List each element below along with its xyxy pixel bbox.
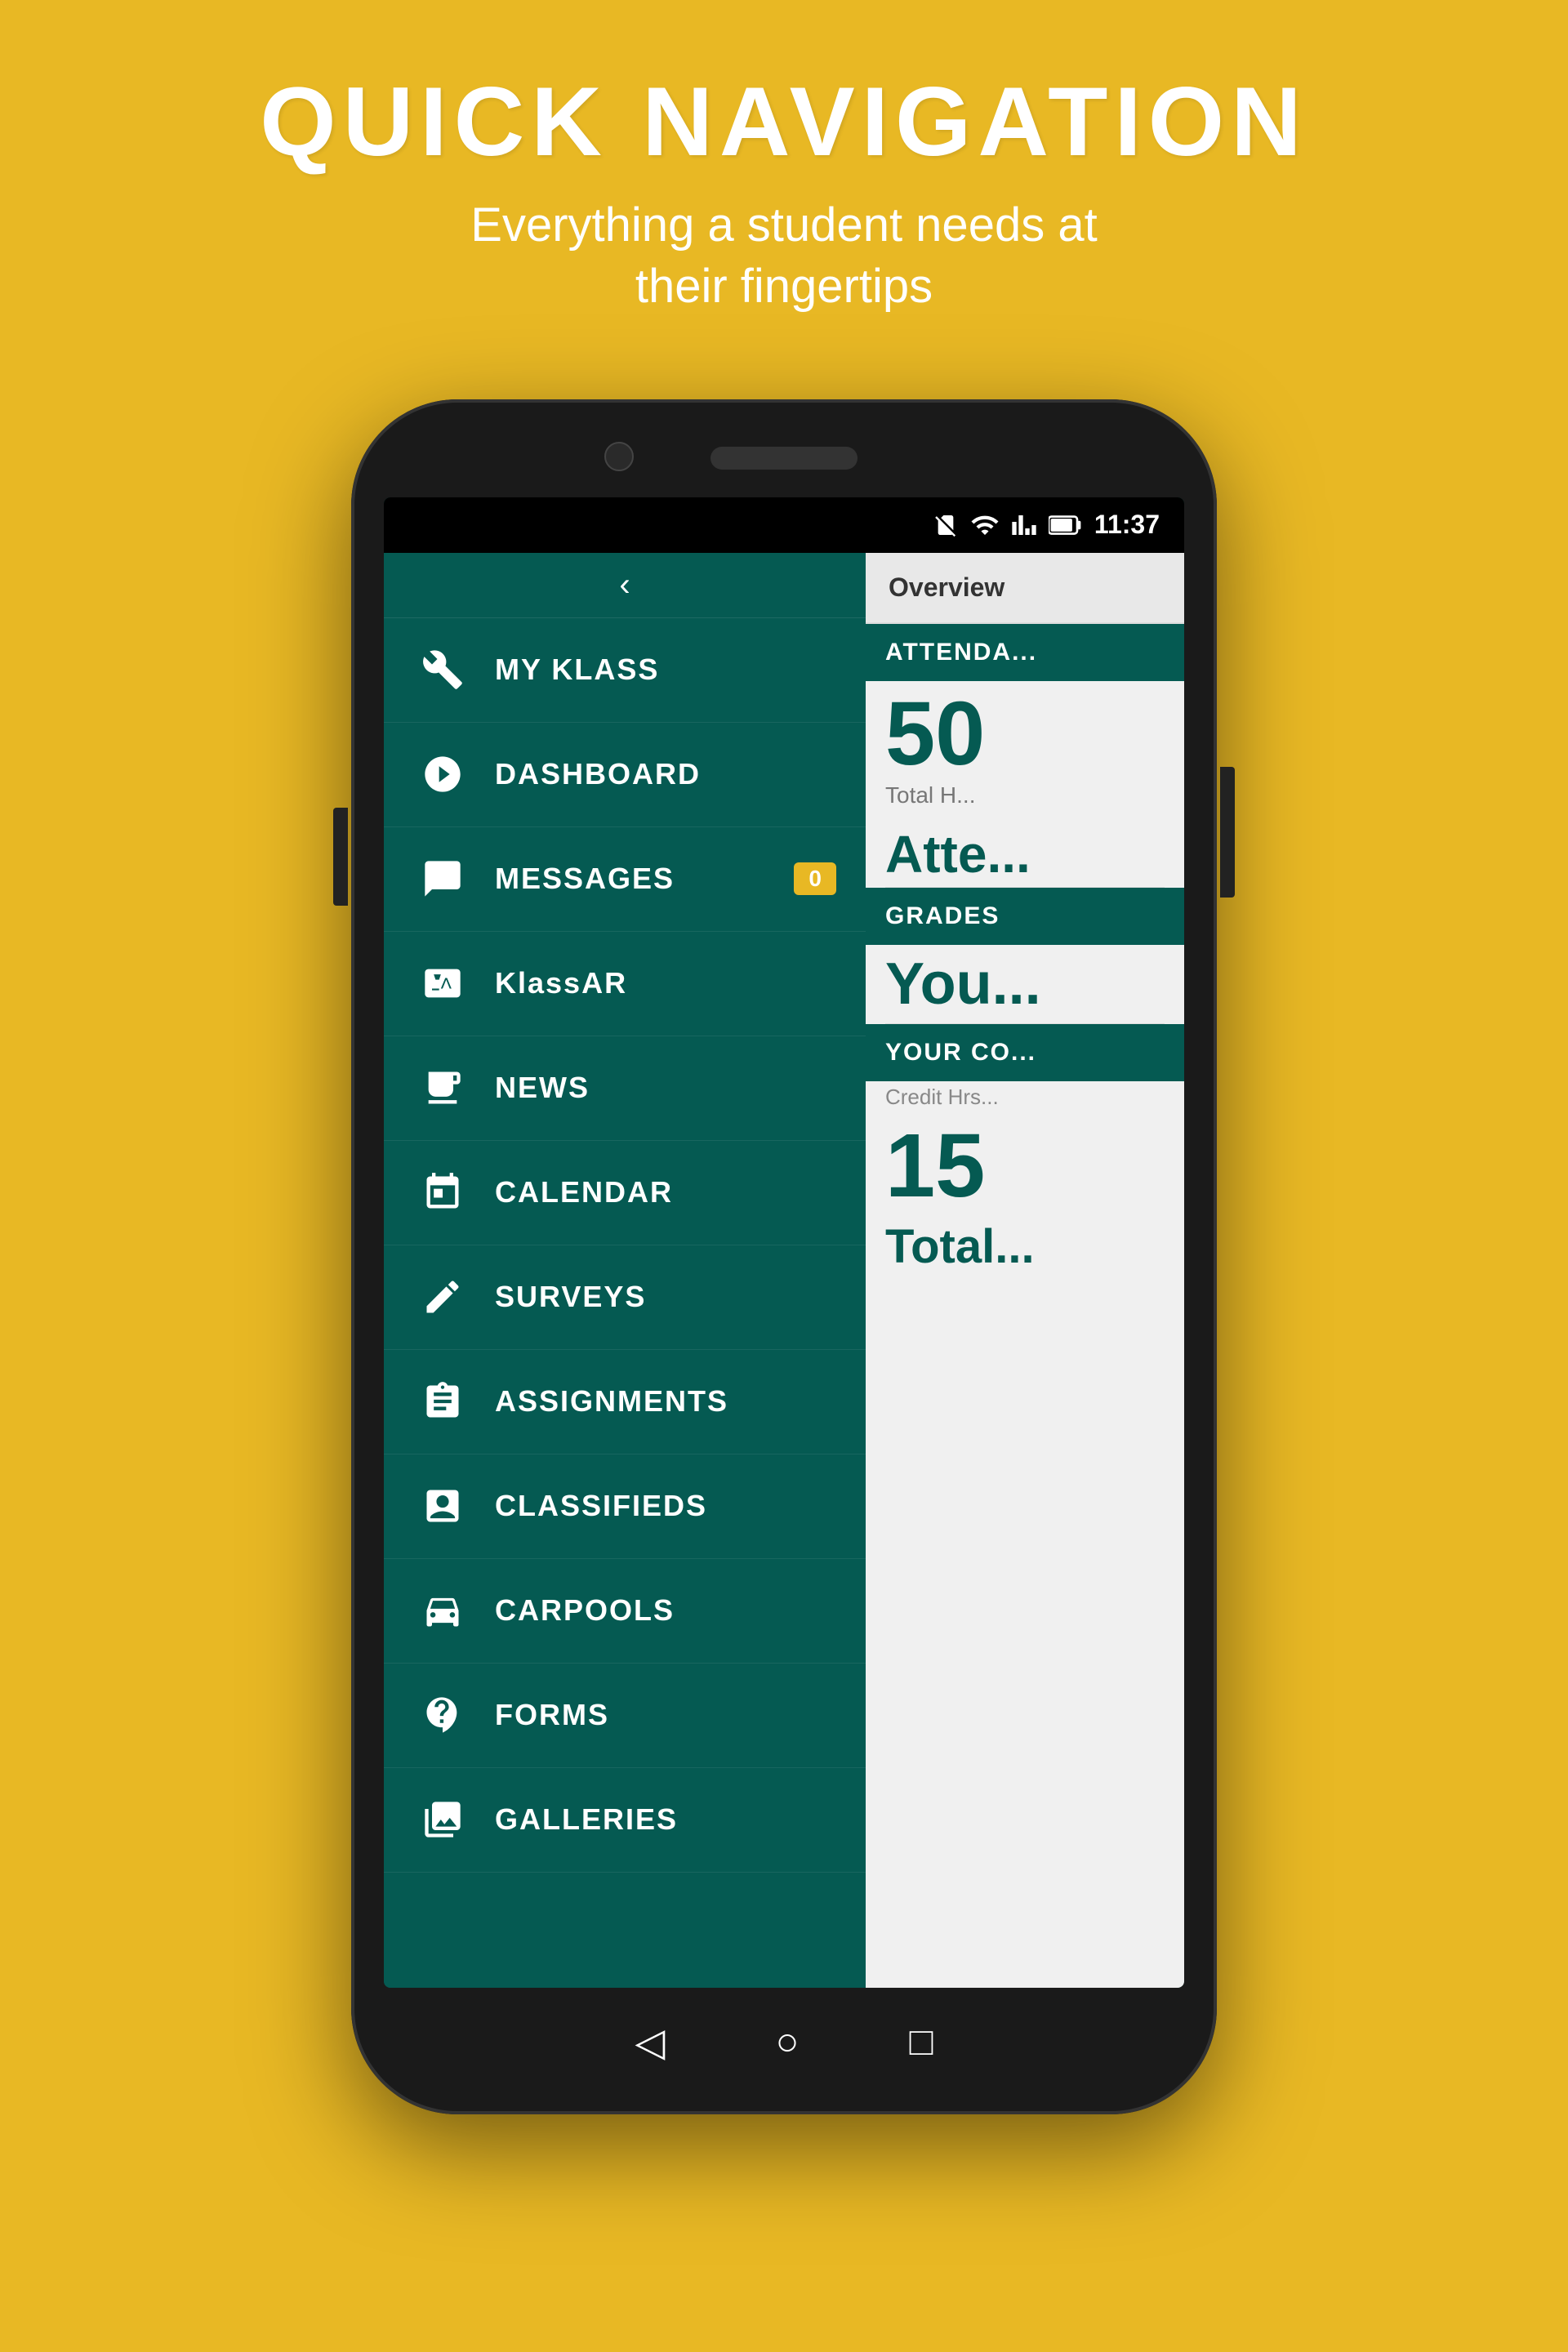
no-sim-icon (933, 512, 959, 538)
ar-icon (413, 954, 472, 1013)
home-nav-button[interactable]: ○ (775, 2020, 799, 2065)
pencil-icon (413, 1267, 472, 1326)
overview-tab[interactable]: Overview (866, 553, 1184, 624)
attendance-label: Total H... (866, 779, 1184, 822)
phone-screen: 11:37 ‹ (384, 497, 1184, 1988)
nav-label-classifieds: CLASSIFIEDS (495, 1489, 707, 1523)
speaker (710, 447, 858, 470)
drawer-header: ‹ (384, 553, 866, 618)
nav-item-my-klass[interactable]: MY KLASS (384, 618, 866, 723)
power-button (1220, 767, 1235, 898)
nav-label-assignments: ASSIGNMENTS (495, 1384, 728, 1419)
nav-label-forms: FORMS (495, 1698, 609, 1732)
signal-icon (1011, 512, 1037, 538)
message-icon (413, 849, 472, 908)
nav-item-classifieds[interactable]: CLASSIFIEDS (384, 1454, 866, 1559)
wifi-icon (970, 510, 1000, 540)
grades-header: GRADES (866, 888, 1184, 945)
phone-mockup: 11:37 ‹ (351, 399, 1217, 2114)
page-header: QUICK NAVIGATION Everything a student ne… (260, 0, 1308, 367)
nav-item-dashboard[interactable]: DASHBOARD (384, 723, 866, 827)
nav-item-galleries[interactable]: GALLERIES (384, 1768, 866, 1873)
nav-label-dashboard: DASHBOARD (495, 757, 701, 791)
page-title: QUICK NAVIGATION (260, 65, 1308, 178)
nav-label-news: NEWS (495, 1071, 590, 1105)
battery-icon (1049, 512, 1083, 538)
nav-item-assignments[interactable]: ASSIGNMENTS (384, 1350, 866, 1454)
nav-label-klassar: KlassAR (495, 966, 627, 1000)
car-icon (413, 1581, 472, 1640)
nav-item-news[interactable]: NEWS (384, 1036, 866, 1141)
calendar-icon (413, 1163, 472, 1222)
attendance-header: ATTENDA... (866, 624, 1184, 681)
courses-header: YOUR CO... (866, 1024, 1184, 1081)
nav-item-calendar[interactable]: CALENDAR (384, 1141, 866, 1245)
nav-item-klassar[interactable]: KlassAR (384, 932, 866, 1036)
nav-label-surveys: SURVEYS (495, 1280, 646, 1314)
news-icon (413, 1058, 472, 1117)
recent-nav-button[interactable]: □ (909, 2020, 933, 2065)
attendance-stat: 50 (866, 681, 1184, 779)
back-nav-button[interactable]: ◁ (635, 2020, 666, 2065)
nav-item-messages[interactable]: MESSAGES 0 (384, 827, 866, 932)
overview-panel: Overview ATTENDA... 50 Total H... Atte..… (866, 553, 1184, 1988)
nav-label-carpools: CARPOOLS (495, 1593, 675, 1628)
messages-badge: 0 (794, 862, 836, 895)
nav-label-calendar: CALENDAR (495, 1175, 673, 1209)
dashboard-icon (413, 745, 472, 804)
grades-stat: You... (866, 945, 1184, 1023)
wrench-icon (413, 640, 472, 699)
nav-item-carpools[interactable]: CARPOOLS (384, 1559, 866, 1664)
nav-item-forms[interactable]: FORMS (384, 1664, 866, 1768)
page-subtitle: Everything a student needs attheir finge… (260, 194, 1308, 318)
status-icons: 11:37 (933, 510, 1160, 540)
credits-stat: 15 (866, 1113, 1184, 1211)
phone-body: 11:37 ‹ (351, 399, 1217, 2114)
gallery-icon (413, 1790, 472, 1849)
status-bar: 11:37 (384, 497, 1184, 553)
screen-content: ‹ MY KLASS (384, 553, 1184, 1988)
assignment-icon (413, 1372, 472, 1431)
classifieds-icon (413, 1477, 472, 1535)
phone-nav-bar: ◁ ○ □ (580, 2020, 988, 2065)
nav-label-galleries: GALLERIES (495, 1802, 678, 1837)
nav-label-my-klass: MY KLASS (495, 653, 659, 687)
status-time: 11:37 (1094, 510, 1160, 540)
volume-button (333, 808, 348, 906)
back-chevron-icon[interactable]: ‹ (619, 567, 630, 604)
forms-icon (413, 1686, 472, 1744)
camera (604, 442, 634, 471)
credit-label: Credit Hrs... (866, 1081, 1184, 1113)
attendance-sub: Atte... (866, 822, 1184, 887)
nav-drawer: ‹ MY KLASS (384, 553, 866, 1988)
total-partial: Total... (866, 1211, 1184, 1282)
nav-label-messages: MESSAGES (495, 862, 675, 896)
nav-item-surveys[interactable]: SURVEYS (384, 1245, 866, 1350)
